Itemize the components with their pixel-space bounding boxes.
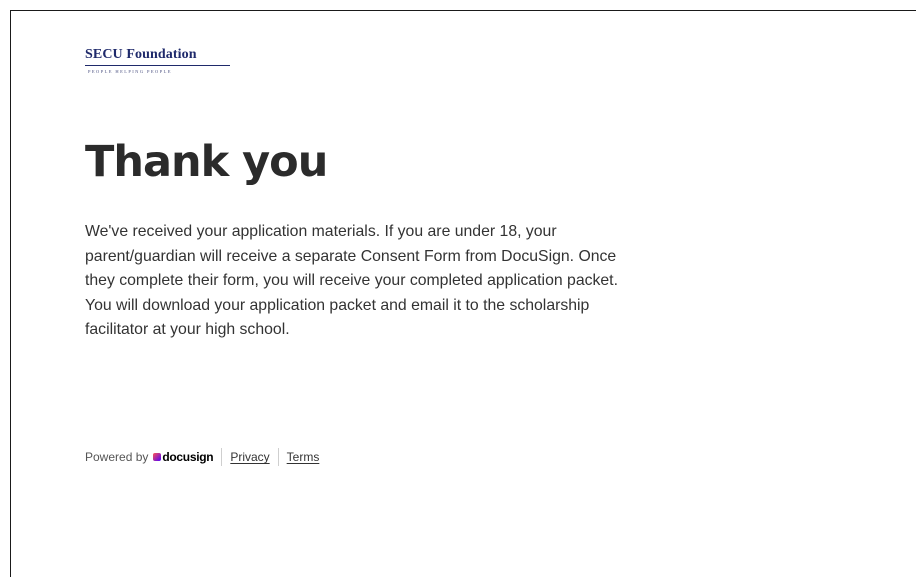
terms-link[interactable]: Terms — [287, 450, 320, 464]
footer: Powered by docusign Privacy Terms — [85, 448, 319, 466]
logo-tagline: PEOPLE HELPING PEOPLE — [88, 69, 172, 74]
page-title: Thank you — [85, 137, 328, 187]
logo-divider — [85, 65, 230, 66]
secu-foundation-logo: SECU Foundation PEOPLE HELPING PEOPLE — [85, 47, 235, 75]
message-line: You will download your application packe… — [85, 296, 590, 314]
docusign-wordmark: docusign — [162, 450, 214, 464]
message-line: We've received your application material… — [85, 223, 557, 240]
footer-divider — [277, 448, 279, 466]
message-line: facilitator at your high school. — [85, 321, 290, 338]
docusign-logo: docusign — [153, 450, 214, 464]
confirmation-message: We've received your application material… — [85, 220, 805, 343]
message-line: parent/guardian will receive a separate … — [85, 247, 617, 265]
powered-by: Powered by docusign — [85, 450, 214, 464]
docusign-icon — [153, 453, 162, 461]
page-frame: SECU Foundation PEOPLE HELPING PEOPLE Th… — [10, 10, 916, 577]
privacy-link[interactable]: Privacy — [230, 450, 269, 464]
logo-title: SECU Foundation — [85, 47, 197, 62]
message-line: they complete their form, you will recei… — [85, 272, 618, 289]
footer-divider — [221, 448, 223, 466]
powered-by-label: Powered by — [85, 450, 149, 464]
